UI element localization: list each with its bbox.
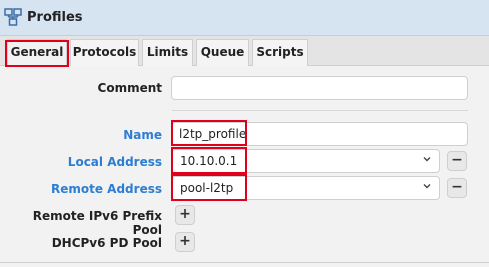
name-field[interactable]: l2tp_profile: [171, 122, 468, 146]
network-profile-icon: [4, 8, 22, 26]
plus-icon: +: [179, 206, 191, 222]
remote-ipv6-prefix-pool-label: Remote IPv6 Prefix Pool: [32, 209, 162, 237]
tab-bar: General Protocols Limits Queue Scripts: [0, 36, 489, 67]
remote-address-select[interactable]: pool-l2tp: [171, 176, 440, 200]
tab-protocols[interactable]: Protocols: [70, 39, 139, 66]
remove-local-address-button[interactable]: −: [447, 151, 467, 171]
chevron-down-icon: [423, 184, 431, 189]
tab-queue[interactable]: Queue: [196, 39, 249, 66]
add-dhcpv6-pd-pool-button[interactable]: +: [175, 232, 195, 252]
comment-label: Comment: [97, 81, 162, 95]
plus-icon: +: [179, 233, 191, 249]
tab-limits[interactable]: Limits: [142, 39, 193, 66]
section-divider: [0, 262, 489, 263]
name-value: l2tp_profile: [179, 127, 247, 141]
remove-remote-address-button[interactable]: −: [447, 178, 467, 198]
window-titlebar: Profiles: [0, 0, 489, 36]
window-title: Profiles: [27, 10, 83, 25]
chevron-down-icon: [423, 157, 431, 162]
remote-address-label: Remote Address: [51, 182, 162, 196]
local-address-value: 10.10.0.1: [180, 154, 238, 168]
minus-icon: −: [451, 152, 463, 168]
comment-field[interactable]: [171, 76, 468, 100]
add-remote-ipv6-prefix-pool-button[interactable]: +: [175, 205, 195, 225]
tab-general[interactable]: General: [7, 39, 67, 67]
local-address-label: Local Address: [67, 155, 162, 169]
name-label: Name: [123, 128, 162, 142]
local-address-select[interactable]: 10.10.0.1: [171, 149, 440, 173]
section-divider: [172, 110, 468, 111]
dhcpv6-pd-pool-label: DHCPv6 PD Pool: [51, 236, 162, 250]
remote-address-value: pool-l2tp: [180, 181, 234, 195]
minus-icon: −: [451, 179, 463, 195]
tab-scripts[interactable]: Scripts: [252, 39, 308, 66]
